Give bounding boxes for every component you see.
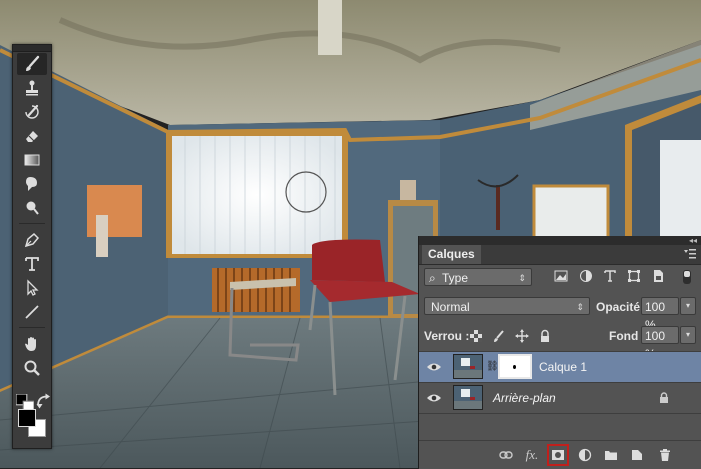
lock-image-pixels-icon[interactable] [492, 329, 506, 343]
blur-icon [26, 177, 37, 191]
hand-tool[interactable] [17, 333, 47, 355]
type-filter-icon[interactable] [603, 269, 617, 283]
new-layer-icon [632, 450, 642, 460]
layer-name: Arrière-plan [493, 391, 556, 405]
foreground-color-swatch[interactable] [18, 409, 36, 427]
swap-colors-icon[interactable] [35, 392, 53, 410]
history-brush-icon [25, 104, 39, 119]
layer-row-calque-1[interactable]: ⛓ Calque 1 [419, 352, 701, 383]
pixel-filter-icon[interactable] [554, 269, 568, 283]
line-icon [25, 305, 39, 319]
blend-mode-select[interactable]: Normal ⇕ [424, 297, 590, 315]
new-group-button[interactable] [603, 447, 619, 463]
tab-layers[interactable]: Calques [422, 245, 481, 264]
search-icon: ⌕ [429, 271, 436, 285]
layers-bottom-bar: fx. [419, 440, 701, 469]
link-layers-button[interactable] [498, 447, 514, 463]
folder-icon [605, 451, 617, 460]
tools-panel-grip[interactable] [13, 45, 51, 52]
smart-object-filter-icon[interactable] [651, 269, 665, 283]
tools-panel [12, 44, 52, 449]
filter-kind-select[interactable]: ⌕ Type ⇕ [424, 268, 532, 286]
fx-icon: fx. [525, 447, 539, 462]
filter-toggle-knob [684, 271, 690, 277]
new-layer-button[interactable] [629, 447, 645, 463]
opacity-label: Opacité : [596, 300, 648, 314]
clone-stamp-tool[interactable] [17, 77, 47, 99]
panel-menu-icon[interactable] [684, 249, 696, 259]
dodge-tool[interactable] [17, 197, 47, 219]
lock-row: Verrou : Fond : 100 % ▾ [419, 326, 701, 361]
adjustment-filter-icon[interactable] [579, 269, 593, 283]
line-tool[interactable] [17, 301, 47, 323]
arrow-icon [27, 279, 39, 296]
layers-list: ⛓ Calque 1 Arrière-plan [419, 351, 701, 440]
brush-icon [26, 55, 40, 71]
chevron-updown-icon: ⇕ [576, 302, 584, 312]
new-adjustment-layer-button[interactable] [577, 447, 593, 463]
eye-icon[interactable] [426, 392, 442, 404]
opacity-dropdown-button[interactable]: ▾ [680, 297, 696, 315]
eraser-icon [26, 131, 38, 142]
delete-layer-button[interactable] [657, 447, 673, 463]
pen-icon [24, 232, 40, 248]
layer-thumbnail [453, 385, 483, 410]
blend-mode-value: Normal [431, 300, 470, 314]
filter-kind-value: Type [442, 271, 469, 285]
panel-titlebar[interactable]: ◂◂ [419, 236, 701, 245]
filter-toggle[interactable] [683, 270, 691, 284]
filter-row: ⌕ Type ⇕ [419, 268, 701, 290]
panel-tab-row: Calques [419, 245, 701, 265]
pen-tool[interactable] [17, 229, 47, 251]
lock-all-icon[interactable] [538, 329, 552, 343]
lock-icon [660, 392, 668, 403]
trash-icon [660, 449, 670, 461]
eye-icon[interactable] [426, 361, 442, 373]
add-mask-icon [552, 450, 564, 460]
gradient-icon [24, 154, 40, 166]
path-selection-tool[interactable] [17, 277, 47, 299]
eraser-tool[interactable] [17, 125, 47, 147]
lock-position-icon[interactable] [515, 329, 529, 343]
opacity-input[interactable]: 100 % [641, 297, 679, 332]
layer-mask-thumbnail[interactable] [498, 354, 532, 379]
type-tool[interactable] [17, 253, 47, 275]
shape-filter-icon[interactable] [627, 269, 641, 283]
chain-link-icon[interactable]: ⛓ [486, 361, 499, 372]
chevron-updown-icon: ⇕ [518, 273, 526, 283]
link-icon [499, 451, 513, 459]
type-icon [25, 257, 39, 271]
tools-separator [19, 223, 45, 224]
collapse-panel-icon[interactable]: ◂◂ [689, 236, 697, 245]
fill-input[interactable]: 100 % [641, 326, 679, 361]
layer-name: Calque 1 [539, 360, 588, 374]
history-brush-tool[interactable] [17, 101, 47, 123]
gradient-tool[interactable] [17, 149, 47, 171]
zoom-icon [24, 360, 40, 376]
stamp-icon [26, 80, 38, 96]
dodge-icon [26, 201, 39, 215]
brush-tool[interactable] [17, 53, 47, 75]
tools-separator [19, 327, 45, 328]
fx-button[interactable]: fx. [524, 447, 540, 463]
blend-row: Normal ⇕ Opacité : 100 % ▾ [419, 297, 701, 332]
blur-tool[interactable] [17, 173, 47, 195]
layer-thumbnail [453, 354, 483, 379]
adjustment-icon [578, 448, 592, 462]
fill-dropdown-button[interactable]: ▾ [680, 326, 696, 344]
lock-transparent-pixels-icon[interactable] [469, 329, 483, 343]
zoom-tool[interactable] [17, 357, 47, 379]
hand-icon [25, 337, 36, 351]
layers-panel: ◂◂ Calques ⌕ Type ⇕ Normal ⇕ Opacité : 1… [418, 236, 701, 469]
layer-row-arriere-plan[interactable]: Arrière-plan [419, 383, 701, 414]
lock-label: Verrou : [424, 329, 470, 343]
add-layer-mask-button[interactable] [547, 444, 569, 466]
